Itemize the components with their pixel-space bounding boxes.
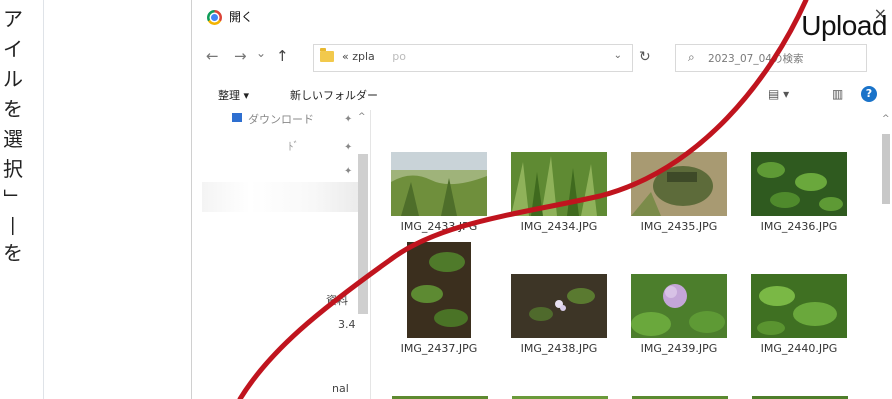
caption-char: 択 [3,157,23,181]
navigation-bar: ← → ⌄ ↑ « zpla po ⌄ ↻ ⌕ 2023_07_04の検索 [192,40,892,74]
image-thumbnail [407,242,471,338]
back-arrow-icon[interactable]: ← [206,47,219,65]
search-placeholder: 2023_07_04の検索 [708,53,804,65]
caption-char: を [3,241,23,265]
file-item[interactable]: IMG_2433.JPG [384,152,494,233]
recent-dropdown-icon[interactable]: ⌄ [256,46,266,60]
image-thumbnail [391,152,487,216]
file-name: IMG_2437.JPG [400,342,478,355]
image-thumbnail [511,274,607,338]
help-icon[interactable]: ? [861,86,877,102]
side-caption: ア イ ル を 選 択 」 — を [1,4,26,268]
download-folder-icon [232,113,242,122]
image-thumbnail [511,152,607,216]
scrollbar-thumb[interactable] [882,134,890,204]
caption-char: イ [3,37,23,61]
sidebar-scroll-up-icon[interactable]: ^ [358,112,366,122]
file-item[interactable]: IMG_2434.JPG [504,152,614,233]
navigation-pane: ダウンロード ✦ ^ ﾄﾞ ✦ ✦ 資料 3.4 nal [192,110,371,399]
file-item[interactable]: IMG_2440.JPG [744,274,854,355]
file-item[interactable]: IMG_2437.JPG [384,242,494,355]
file-name: IMG_2435.JPG [640,220,718,233]
search-input[interactable]: ⌕ 2023_07_04の検索 [675,44,867,72]
caption-char: 」 [1,189,25,209]
file-list: IMG_2433.JPG IMG_2434.JPG IMG_2435.JPG I… [374,112,880,399]
address-prefix: « [342,50,349,63]
file-item[interactable]: IMG_2438.JPG [504,274,614,355]
open-file-dialog: 開く × Upload ← → ⌄ ↑ « zpla po ⌄ ↻ ⌕ 2023… [191,0,892,399]
sidebar-item[interactable]: 資料 [326,292,348,308]
preview-pane-icon[interactable]: ▥ [832,87,843,101]
address-bar[interactable]: « zpla po ⌄ [313,44,633,72]
up-arrow-icon[interactable]: ↑ [276,47,289,65]
pin-icon: ✦ [344,114,353,125]
file-name: IMG_2433.JPG [400,220,478,233]
new-folder-button[interactable]: 新しいフォルダー [290,87,378,103]
address-path: zpla [352,50,375,63]
address-dropdown-icon[interactable]: ⌄ [614,50,622,61]
file-name: IMG_2438.JPG [520,342,598,355]
pin-icon: ✦ [344,166,353,177]
sidebar-item[interactable]: ﾄﾞ [288,138,299,154]
organize-button[interactable]: 整理 ▾ [218,87,249,103]
caption-char: を [3,97,23,121]
sidebar-item[interactable]: nal [332,382,349,395]
pin-icon: ✦ [344,142,353,153]
refresh-icon[interactable]: ↻ [639,49,651,65]
file-item[interactable]: IMG_2435.JPG [624,152,734,233]
scroll-up-icon[interactable]: ^ [882,114,890,124]
command-toolbar: 整理 ▾ 新しいフォルダー ▤ ▾ ▥ ? [192,80,892,108]
forward-arrow-icon[interactable]: → [234,47,247,65]
sidebar-scrollbar[interactable] [358,154,368,314]
image-thumbnail [751,152,847,216]
dialog-titlebar: 開く × Upload [192,0,892,41]
page-divider [43,0,44,399]
upload-annotation: Upload [801,10,887,41]
caption-dash: — [2,216,26,236]
sidebar-item[interactable]: 3.4 [338,318,356,331]
image-thumbnail [631,274,727,338]
search-icon: ⌕ [688,50,695,64]
file-list-scrollbar[interactable]: ^ [880,112,892,399]
image-thumbnail [631,152,727,216]
caption-char: 選 [3,127,23,151]
dialog-title: 開く [229,10,254,24]
file-name: IMG_2434.JPG [520,220,598,233]
file-name: IMG_2440.JPG [760,342,838,355]
sidebar-blurred-area [202,182,362,212]
caption-char: ア [3,7,23,31]
image-thumbnail [751,274,847,338]
file-item[interactable]: IMG_2436.JPG [744,152,854,233]
sidebar-item-downloads[interactable]: ダウンロード [248,111,314,127]
chrome-icon [207,10,222,25]
folder-icon [320,48,334,62]
address-path-tail: po [392,50,407,63]
view-options-icon[interactable]: ▤ ▾ [768,87,789,101]
file-name: IMG_2439.JPG [640,342,718,355]
file-name: IMG_2436.JPG [760,220,838,233]
caption-char: ル [3,67,23,91]
file-item[interactable]: IMG_2439.JPG [624,274,734,355]
